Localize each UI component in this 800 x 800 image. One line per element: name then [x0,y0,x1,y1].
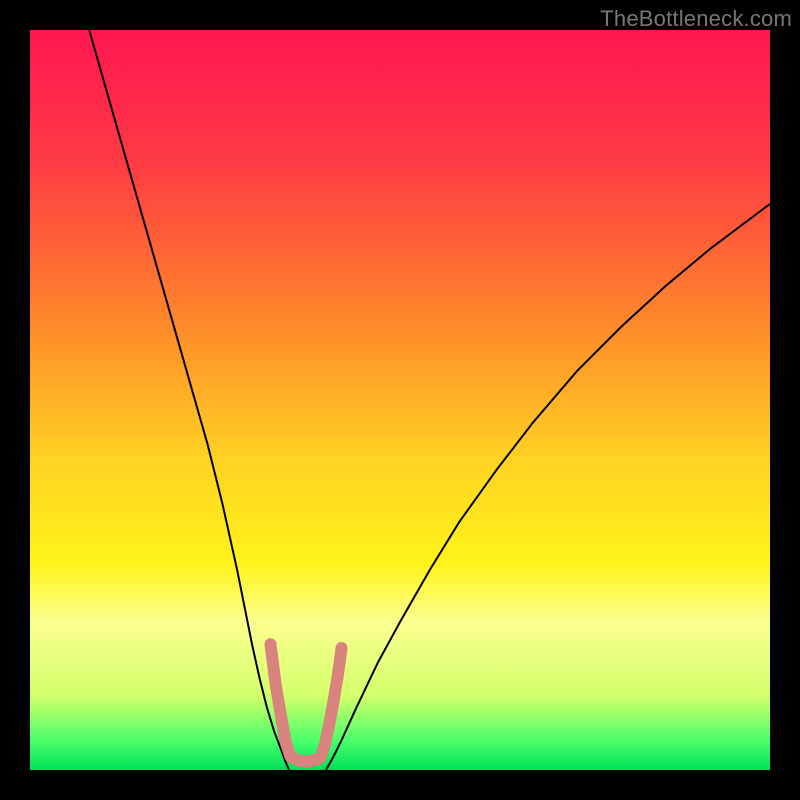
chart-background [30,30,770,770]
chart-frame [30,30,770,770]
chart-svg [30,30,770,770]
watermark-text: TheBottleneck.com [600,6,792,32]
